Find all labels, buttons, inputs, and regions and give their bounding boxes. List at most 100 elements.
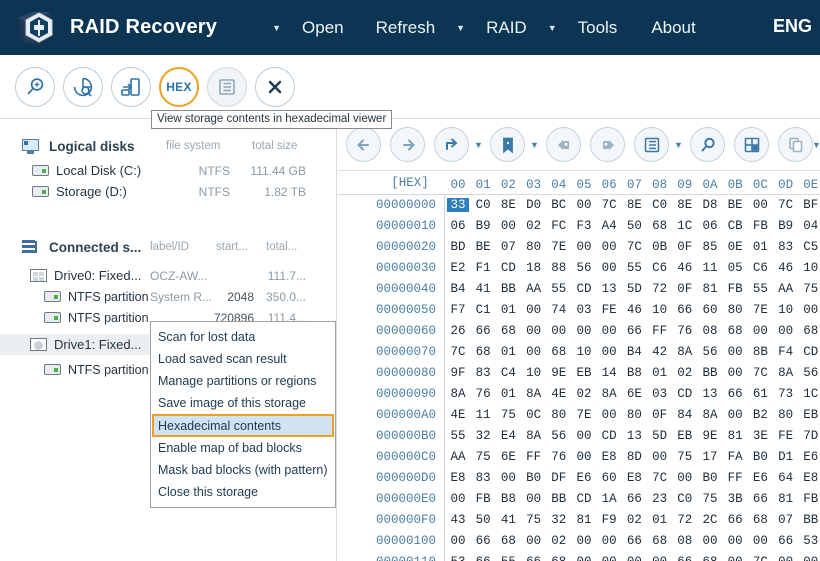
hex-byte-cell[interactable]: 10 <box>573 345 595 359</box>
hex-byte-cell[interactable]: 13 <box>699 387 721 401</box>
hex-byte-cell[interactable]: 00 <box>523 345 545 359</box>
hex-byte-cell[interactable]: DF <box>548 471 570 485</box>
hex-byte-cell[interactable]: 60 <box>598 471 620 485</box>
hex-byte-cell[interactable]: 01 <box>497 387 519 401</box>
hex-byte-cell[interactable]: 00 <box>573 555 595 561</box>
hex-copy-caret-icon[interactable]: ▼ <box>812 140 820 150</box>
hex-byte-cell[interactable]: B4 <box>447 282 469 296</box>
hex-byte-cell[interactable]: B2 <box>749 408 771 422</box>
hex-byte-cell[interactable]: 53 <box>447 555 469 561</box>
hex-byte-cell[interactable]: 9E <box>548 366 570 380</box>
hex-byte-cell[interactable]: 07 <box>775 513 797 527</box>
hex-byte-cell[interactable]: 80 <box>523 240 545 254</box>
hex-byte-cell[interactable]: BF <box>800 198 820 212</box>
hex-byte-cell[interactable]: 7C <box>623 240 645 254</box>
hex-byte-cell[interactable]: 83 <box>472 471 494 485</box>
hex-bookmark-button[interactable] <box>490 127 525 162</box>
hex-byte-cell[interactable]: 50 <box>623 219 645 233</box>
ctx-manage-partitions[interactable]: Manage partitions or regions <box>151 370 335 392</box>
hex-byte-cell[interactable]: EB <box>674 429 696 443</box>
hex-byte-cell[interactable]: 8A <box>523 429 545 443</box>
hex-byte-cell[interactable]: 66 <box>523 555 545 561</box>
hex-byte-cell[interactable]: 10 <box>800 261 820 275</box>
hex-byte-cell[interactable]: 02 <box>623 513 645 527</box>
hex-byte-cell[interactable]: 72 <box>674 513 696 527</box>
hex-byte-cell[interactable]: 00 <box>724 366 746 380</box>
hex-byte-cell[interactable]: 7C <box>749 555 771 561</box>
hex-byte-cell[interactable]: 76 <box>548 450 570 464</box>
hex-byte-cell[interactable]: 56 <box>800 366 820 380</box>
hex-byte-cell[interactable]: B0 <box>523 471 545 485</box>
hex-byte-cell[interactable]: 4E <box>447 408 469 422</box>
hex-byte-cell[interactable]: 55 <box>548 282 570 296</box>
hex-byte-cell[interactable]: E6 <box>800 450 820 464</box>
menu-item-raid[interactable]: RAID <box>476 14 537 42</box>
hex-byte-cell[interactable]: E4 <box>497 429 519 443</box>
hex-byte-cell[interactable]: 1C <box>674 219 696 233</box>
hex-byte-cell[interactable]: 00 <box>775 555 797 561</box>
hex-byte-cell[interactable]: 80 <box>775 408 797 422</box>
hex-byte-cell[interactable]: 66 <box>674 555 696 561</box>
menu-item-about[interactable]: About <box>641 14 705 42</box>
hex-byte-cell[interactable]: 04 <box>800 219 820 233</box>
hex-byte-cell[interactable]: C0 <box>472 198 494 212</box>
hex-byte-cell[interactable]: 66 <box>724 513 746 527</box>
hex-byte-cell[interactable]: F1 <box>472 261 494 275</box>
hex-byte-cell[interactable]: 80 <box>623 408 645 422</box>
hex-search-button[interactable] <box>690 127 725 162</box>
ctx-mask-bad-blocks[interactable]: Mask bad blocks (with pattern) <box>151 459 335 481</box>
hex-byte-cell[interactable]: 83 <box>472 366 494 380</box>
hex-byte-cell[interactable]: 42 <box>649 345 671 359</box>
hex-byte-cell[interactable]: E6 <box>749 471 771 485</box>
hex-byte-cell[interactable]: 8E <box>497 198 519 212</box>
hex-byte-cell[interactable]: C6 <box>749 261 771 275</box>
hex-byte-cell[interactable]: 00 <box>724 555 746 561</box>
hex-byte-cell[interactable]: 00 <box>523 303 545 317</box>
ctx-load-saved-scan-result[interactable]: Load saved scan result <box>151 348 335 370</box>
hex-byte-cell[interactable]: FF <box>523 450 545 464</box>
hex-byte-cell[interactable]: FF <box>649 324 671 338</box>
hex-byte-cell[interactable]: 66 <box>775 534 797 548</box>
ctx-hexadecimal-contents[interactable]: Hexadecimal contents <box>152 414 334 437</box>
hex-byte-cell[interactable]: C1 <box>472 303 494 317</box>
hex-byte-cell[interactable]: E6 <box>573 471 595 485</box>
hex-byte-cell[interactable]: 11 <box>699 261 721 275</box>
hex-byte-cell[interactable]: 7C <box>598 198 620 212</box>
hex-byte-cell[interactable]: 53 <box>800 534 820 548</box>
hex-byte-cell[interactable]: 00 <box>724 534 746 548</box>
hex-byte-cell[interactable]: AA <box>775 282 797 296</box>
hex-byte-cell[interactable]: 13 <box>598 282 620 296</box>
menu-caret-open[interactable]: ▼ <box>261 24 292 33</box>
hex-byte-cell[interactable]: 72 <box>649 282 671 296</box>
hex-byte-cell[interactable]: A4 <box>598 219 620 233</box>
hex-byte-cell[interactable]: 14 <box>598 366 620 380</box>
hex-byte-cell[interactable]: 80 <box>724 303 746 317</box>
hex-byte-cell[interactable]: 75 <box>699 492 721 506</box>
storage-row-drive0[interactable]: Drive0: Fixed... OCZ-AW... 111.7... <box>0 265 336 286</box>
hex-byte-cell[interactable]: 1C <box>800 387 820 401</box>
hex-byte-cell[interactable]: C5 <box>800 240 820 254</box>
hex-byte-cell[interactable]: F9 <box>598 513 620 527</box>
hex-byte-cell[interactable]: 81 <box>573 513 595 527</box>
hex-byte-cell[interactable]: B8 <box>497 492 519 506</box>
close-button[interactable] <box>255 67 295 107</box>
hex-byte-cell[interactable]: 00 <box>649 450 671 464</box>
hex-byte-cell[interactable]: 2C <box>699 513 721 527</box>
hex-byte-cell[interactable]: D1 <box>775 450 797 464</box>
hex-byte-cell[interactable]: 75 <box>523 513 545 527</box>
hex-byte-cell[interactable]: FF <box>724 471 746 485</box>
menu-item-tools[interactable]: Tools <box>568 14 628 42</box>
hex-byte-cell[interactable]: CD <box>573 492 595 506</box>
save-image-button[interactable] <box>111 67 151 107</box>
hex-byte-cell[interactable]: 00 <box>598 261 620 275</box>
hex-byte-cell[interactable]: BB <box>497 282 519 296</box>
hex-byte-cell[interactable]: E8 <box>447 471 469 485</box>
disk-analysis-button[interactable] <box>63 67 103 107</box>
hex-byte-cell[interactable]: 00 <box>573 324 595 338</box>
hex-byte-cell[interactable]: 66 <box>472 555 494 561</box>
hex-byte-cell[interactable]: 76 <box>472 387 494 401</box>
hex-byte-cell[interactable]: 46 <box>775 261 797 275</box>
menu-caret-tools[interactable]: ▼ <box>537 24 568 33</box>
hex-forward-button[interactable] <box>390 127 425 162</box>
ctx-close-storage[interactable]: Close this storage <box>151 481 335 503</box>
